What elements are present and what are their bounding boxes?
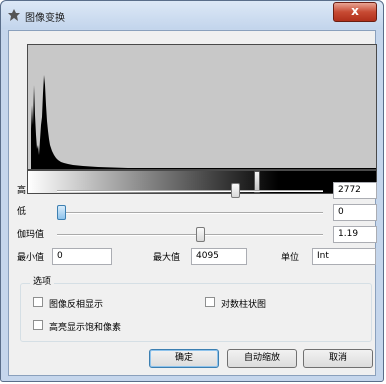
window-title: 图像变换 [25, 13, 65, 24]
highlight-saturated-checkbox[interactable] [33, 320, 43, 330]
low-label: 低 [17, 207, 27, 217]
unit-value-field[interactable]: Int [312, 248, 376, 265]
histogram-plot [31, 75, 376, 169]
gamma-value-field[interactable]: 1.19 [333, 226, 377, 243]
ok-button[interactable]: 确定 [149, 349, 219, 368]
max-label: 最大值 [153, 253, 181, 263]
gamma-slider-thumb[interactable] [196, 227, 205, 242]
invert-image-checkbox[interactable] [33, 297, 43, 307]
histogram-curve [31, 75, 376, 169]
gamma-slider-track[interactable] [57, 234, 323, 236]
gamma-label: 伽玛值 [17, 230, 45, 240]
cancel-button[interactable]: 取消 [303, 349, 373, 368]
highlight-saturated-label: 高亮显示饱和像素 [49, 323, 122, 333]
min-value-field[interactable]: 0 [52, 248, 112, 265]
log-histogram-label: 对数柱状图 [221, 300, 267, 310]
close-button[interactable]: x [333, 2, 377, 22]
app-icon [8, 9, 20, 21]
close-icon: x [351, 4, 359, 18]
auto-zoom-button[interactable]: 自动缩放 [227, 349, 297, 368]
high-slider-thumb[interactable] [231, 183, 240, 198]
high-slider-track[interactable] [57, 190, 323, 192]
low-value-field[interactable]: 0 [333, 204, 377, 221]
image-transform-dialog: 图像变换 x 高 2772 低 0 伽玛值 1.19 最小值 0 最大值 409… [0, 0, 384, 382]
options-group-title: 选项 [30, 274, 55, 287]
invert-image-label: 图像反相显示 [49, 300, 104, 310]
max-value-field[interactable]: 4095 [191, 248, 247, 265]
min-label: 最小值 [17, 253, 45, 263]
low-slider-track[interactable] [57, 212, 323, 214]
log-histogram-checkbox[interactable] [205, 297, 215, 307]
options-groupbox [20, 283, 372, 342]
title-bar[interactable]: 图像变换 x [1, 1, 383, 29]
high-value-field[interactable]: 2772 [333, 182, 377, 199]
low-slider-thumb[interactable] [57, 205, 66, 220]
high-label: 高 [17, 186, 27, 196]
unit-label: 单位 [281, 253, 300, 263]
histogram-panel [27, 44, 377, 170]
